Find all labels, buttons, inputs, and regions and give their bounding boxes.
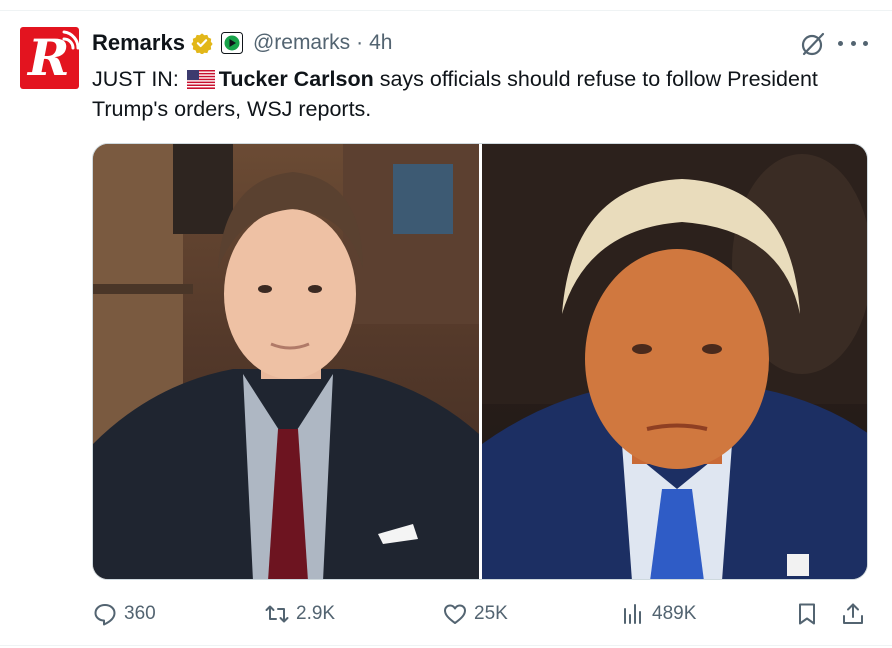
bookmark-icon <box>799 603 815 625</box>
avatar[interactable]: R <box>20 27 79 89</box>
tweet-text: JUST IN: Tucker Carlson says officials s… <box>92 64 877 124</box>
gold-check-icon[interactable] <box>191 32 213 54</box>
separator-dot: · <box>356 31 364 54</box>
photo-left-illustration <box>93 144 479 579</box>
affiliate-badge-icon[interactable] <box>220 32 243 54</box>
views-chart-icon <box>624 604 641 624</box>
repost-button[interactable]: 2.9K <box>264 598 335 630</box>
bottom-divider <box>0 645 892 646</box>
grok-icon[interactable] <box>800 31 826 57</box>
tweet-header: Remarks @remarks · 4h <box>92 28 392 58</box>
repost-count: 2.9K <box>296 603 336 624</box>
author-name[interactable]: Remarks <box>92 30 185 56</box>
views-count: 489K <box>652 603 697 624</box>
more-options-icon[interactable] <box>838 30 868 56</box>
reply-icon <box>94 604 116 626</box>
bookmark-button[interactable] <box>794 598 820 630</box>
like-count: 25K <box>474 603 508 624</box>
heart-icon <box>444 604 466 624</box>
share-button[interactable] <box>840 598 866 630</box>
tweet-actions: 360 2.9K 25K 489K <box>92 598 868 630</box>
top-divider <box>0 10 892 11</box>
reply-count: 360 <box>124 603 156 624</box>
reply-button[interactable]: 360 <box>92 598 156 630</box>
like-button[interactable]: 25K <box>442 598 508 630</box>
text-prefix: JUST IN: <box>92 67 185 91</box>
text-bold-name: Tucker Carlson <box>218 67 374 91</box>
photo-tucker-carlson[interactable] <box>93 144 479 579</box>
share-icon <box>843 603 863 624</box>
timestamp[interactable]: 4h <box>369 31 392 55</box>
photo-donald-trump[interactable] <box>482 144 867 579</box>
views-button[interactable]: 489K <box>620 598 696 630</box>
photo-right-illustration <box>482 144 867 579</box>
repost-icon <box>265 605 289 623</box>
us-flag-icon <box>186 70 215 89</box>
author-handle[interactable]: @remarks <box>253 31 350 55</box>
broadcast-waves-icon <box>62 30 79 50</box>
media-grid[interactable] <box>92 143 868 580</box>
